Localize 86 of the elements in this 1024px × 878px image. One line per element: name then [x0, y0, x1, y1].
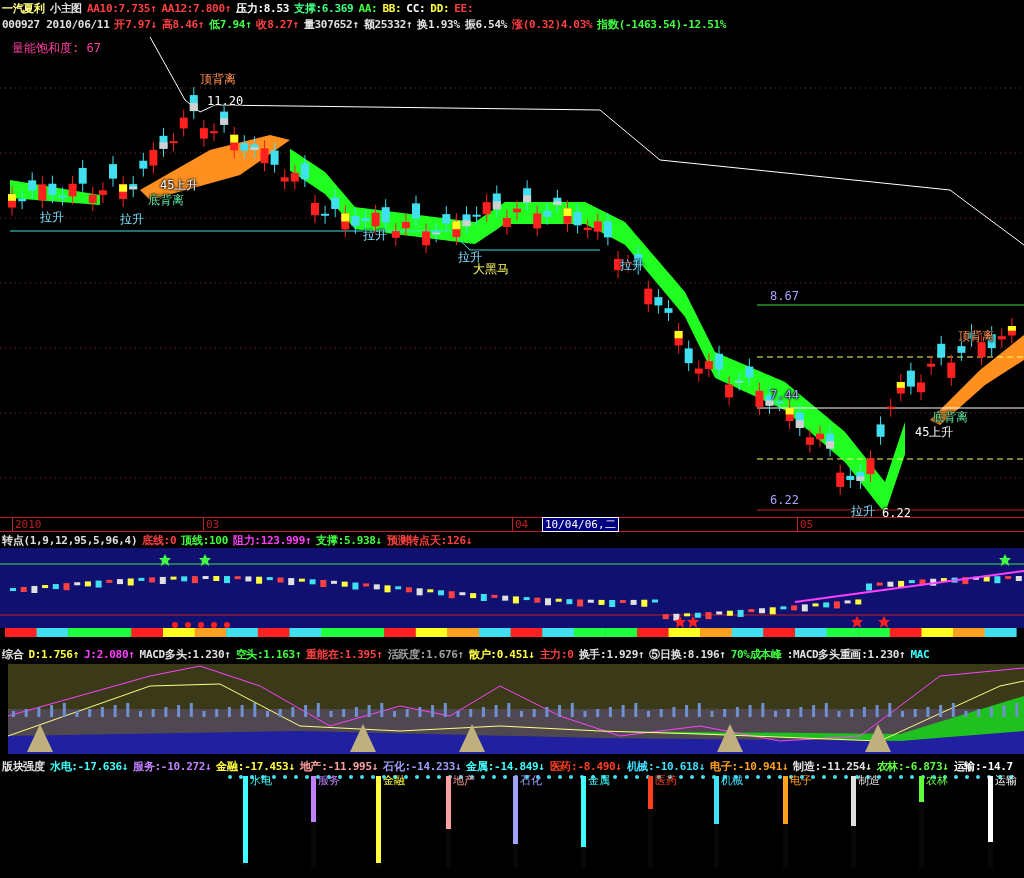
indicator-text: MAC: [910, 647, 930, 661]
indicator-text: 顶线:100: [181, 532, 228, 548]
date-axis-label: 04: [512, 518, 529, 531]
indicator-text: DD:: [430, 1, 450, 15]
indicator-text: 重能在:1.395↑: [306, 646, 383, 662]
chart-annotation: 6.22: [882, 506, 911, 520]
sector-label: 水电: [250, 774, 272, 787]
indicator-text: 主力:0: [539, 646, 574, 662]
indicator-text: 换手:1.929↑: [578, 646, 645, 662]
indicator-text: 振6.54%: [464, 16, 508, 32]
indicator-text: 预测转点天:126↓: [386, 532, 473, 548]
sector-label: 机械: [721, 774, 743, 787]
indicator-text: ⑤日换:8.196↑: [649, 646, 726, 662]
indicator-text: CC:: [406, 1, 426, 15]
sector-label: 运输: [995, 774, 1017, 787]
indicator-text: 指数(-1463.54)-12.51%: [597, 16, 727, 32]
chart-annotation: 拉升: [458, 250, 482, 264]
indicator-text: 开7.97↓: [114, 16, 157, 32]
chart-annotation: 拉升: [363, 228, 387, 242]
indicator-text: 70%成本峰: [730, 646, 782, 662]
indicator-text: AA10:7.735↑: [86, 1, 157, 15]
indicator-text: 空头:1.163↑: [235, 646, 302, 662]
chart-annotation: 11.20: [207, 94, 244, 108]
indicator-text: 支撑:5.938↓: [316, 532, 382, 548]
indicator-text: 水电:-17.636↓: [49, 758, 129, 774]
indicator-text: 农林:-6.873↓: [876, 758, 949, 774]
volume-saturation-label: 量能饱和度: 67: [12, 40, 101, 57]
chart-annotation: 拉升: [40, 210, 64, 224]
sector-label: 农林: [926, 774, 948, 787]
indicator-text: BB:: [382, 1, 402, 15]
indicator-text: 活跃度:1.676↑: [387, 646, 464, 662]
date-axis-label: 03: [203, 518, 220, 531]
indicator-text: 转点(1,9,12,95,5,96,4): [2, 532, 138, 548]
indicator-text: 服务:-10.272↓: [133, 758, 212, 774]
indicator-text: 额25332↑: [363, 16, 413, 32]
indicator-text: J:2.080↑: [84, 647, 135, 661]
chart-annotation: 45上升: [160, 178, 199, 192]
indicator-text: 制造:-11.254↓: [793, 758, 872, 774]
indicator-text: 000927 2010/06/11: [2, 17, 110, 31]
indicator-text: 综合: [2, 646, 24, 662]
date-axis-label: 05: [797, 518, 814, 531]
sector-label: 制造: [858, 774, 880, 787]
indicator-text: 运输:-14.7: [953, 758, 1013, 774]
indicator-text: 电子:-10.941↓: [710, 758, 789, 774]
indicator-text: MACD多头:1.230↑: [139, 646, 231, 662]
indicator-text: 石化:-14.233↓: [383, 758, 462, 774]
indicator-text: 阻力:123.999↑: [232, 532, 312, 548]
chart-annotation: 大黑马: [473, 262, 509, 276]
indicator-text: D:1.756↑: [28, 647, 79, 661]
sector-label: 金融: [383, 774, 405, 787]
indicator-text: AA12:7.800↑: [161, 1, 232, 15]
chart-annotation: 顶背离: [200, 72, 236, 86]
indicator-text: 收8.27↑: [256, 16, 299, 32]
indicator-text: 压力:8.53: [236, 0, 290, 16]
date-axis-label: 2010: [12, 518, 42, 531]
chart-annotation: 拉升: [851, 504, 875, 518]
indicator-text: 医药:-8.490↓: [549, 758, 622, 774]
chart-annotation: 6.22: [770, 493, 799, 507]
sector-label: 地产: [453, 774, 475, 787]
chart-annotation: 45上升: [915, 425, 954, 439]
indicator-text: 地产:-11.995↓: [299, 758, 379, 774]
indicator-text: EE:: [454, 1, 474, 15]
indicator-text: 机械:-10.618↓: [626, 758, 705, 774]
sector-label: 石化: [520, 774, 542, 787]
indicator-text: 底线:0: [142, 532, 177, 548]
indicator-text: 低7.94↑: [209, 16, 252, 32]
cursor-date-label: 10/04/06,二: [542, 517, 619, 532]
indicator-text: AA:: [358, 1, 378, 15]
indicator-text: 金融:-17.453↓: [216, 758, 295, 774]
indicator-text: 支撑:6.369: [294, 0, 354, 16]
indicator-text: 换1.93%: [417, 16, 460, 32]
indicator-text: 小主图: [49, 0, 82, 16]
chart-annotation: 拉升: [120, 212, 144, 226]
chart-annotation: 8.67: [770, 289, 799, 303]
indicator-text: 量307652↑: [303, 16, 359, 32]
indicator-text: 散户:0.451↓: [468, 646, 535, 662]
indicator-text: 一汽夏利: [2, 0, 45, 16]
indicator-text: 高8.46↑: [161, 16, 205, 32]
indicator-text: 金属:-14.849↓: [466, 758, 545, 774]
sector-label: 电子: [790, 774, 812, 787]
sector-label: 医药: [655, 774, 677, 787]
sector-label: 服务: [318, 774, 340, 787]
indicator-text: 涨(0.32)4.03%: [512, 16, 593, 32]
sector-label: 金属: [588, 774, 610, 787]
indicator-text: 版块强度: [2, 758, 45, 774]
indicator-text: :MACD多头重画:1.230↑: [786, 646, 906, 662]
